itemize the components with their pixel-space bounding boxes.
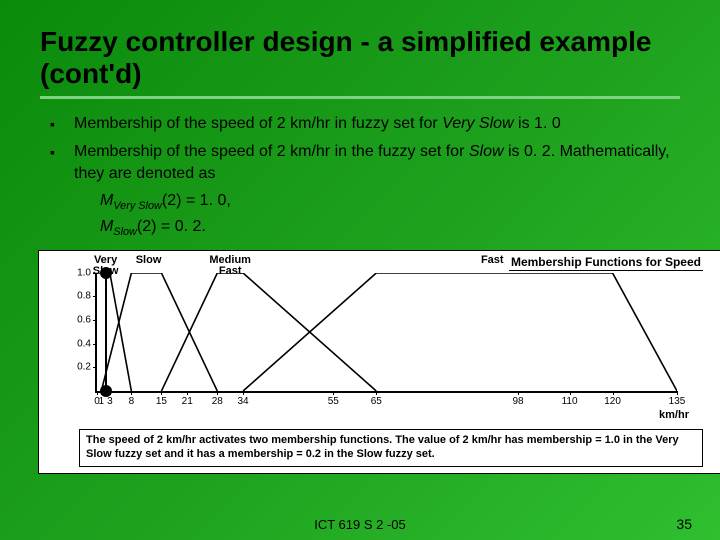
x-tick-label: 15 (156, 396, 167, 407)
y-tick-label: 0.6 (63, 315, 91, 326)
x-tick-label: 135 (669, 396, 686, 407)
x-tick-label: 34 (238, 396, 249, 407)
x-tick-label: 98 (512, 396, 523, 407)
y-tick (93, 320, 97, 321)
membership-chart: Membership Functions for Speed 0.20.40.6… (38, 250, 720, 474)
x-axis-label: km/hr (659, 409, 689, 421)
y-tick-label: 0.2 (63, 362, 91, 373)
x-tick (570, 391, 571, 395)
bullet-2-pre: Membership of the speed of 2 km/hr in th… (74, 143, 469, 160)
bullet-1-post: is 1. 0 (514, 115, 561, 132)
equation-2: MSlow(2) = 0. 2. (100, 216, 680, 240)
x-tick-label: 21 (182, 396, 193, 407)
eq2-sub: Slow (113, 226, 137, 238)
x-tick-label: 120 (604, 396, 621, 407)
slide-footer: ICT 619 S 2 -05 (0, 517, 720, 532)
x-tick (243, 391, 244, 395)
series-label: Fast (481, 255, 504, 267)
x-tick-label: 3 (107, 396, 113, 407)
page-number: 35 (676, 516, 692, 532)
chart-caption: The speed of 2 km/hr activates two membe… (79, 429, 703, 467)
x-tick-label: 8 (129, 396, 135, 407)
y-tick-label: 0.4 (63, 338, 91, 349)
x-tick (333, 391, 334, 395)
eq2-arg: (2) = 0. 2. (137, 218, 206, 235)
bullet-2: Membership of the speed of 2 km/hr in th… (50, 141, 680, 184)
series-label: MediumFast (209, 255, 251, 278)
y-tick-label: 0.8 (63, 291, 91, 302)
x-tick (677, 391, 678, 395)
y-tick (93, 367, 97, 368)
y-tick (93, 344, 97, 345)
eq1-arg: (2) = 1. 0, (162, 192, 231, 209)
eq1-sub: Very Slow (113, 200, 162, 212)
eq1-m: M (100, 192, 113, 209)
chart-lines (97, 273, 677, 391)
plot-area: 0.20.40.60.81.00138152128345565981101201… (95, 273, 677, 393)
x-tick (97, 391, 98, 395)
bullet-list: Membership of the speed of 2 km/hr in fu… (50, 113, 680, 184)
x-tick-label: 65 (371, 396, 382, 407)
bullet-1-pre: Membership of the speed of 2 km/hr in fu… (74, 115, 442, 132)
x-tick (613, 391, 614, 395)
x-tick-label: 55 (328, 396, 339, 407)
series-line (161, 273, 376, 391)
series-line (101, 273, 217, 391)
title-underline (40, 96, 680, 99)
series-label: Slow (136, 255, 162, 267)
eq2-m: M (100, 218, 113, 235)
x-tick (161, 391, 162, 395)
x-tick (217, 391, 218, 395)
x-tick-label: 28 (212, 396, 223, 407)
x-tick-label: 1 (99, 396, 105, 407)
y-tick-label: 1.0 (63, 267, 91, 278)
bullet-1-term: Very Slow (442, 115, 513, 132)
y-tick (93, 296, 97, 297)
speed-marker (105, 273, 107, 391)
equation-1: MVery Slow(2) = 1. 0, (100, 190, 680, 214)
bullet-2-term: Slow (469, 143, 504, 160)
x-tick (518, 391, 519, 395)
chart-title: Membership Functions for Speed (509, 255, 703, 271)
bullet-1: Membership of the speed of 2 km/hr in fu… (50, 113, 680, 135)
x-tick-label: 110 (562, 396, 578, 407)
x-tick (131, 391, 132, 395)
page-title: Fuzzy controller design - a simplified e… (40, 26, 680, 90)
x-tick (376, 391, 377, 395)
x-tick (187, 391, 188, 395)
series-line (243, 273, 677, 391)
